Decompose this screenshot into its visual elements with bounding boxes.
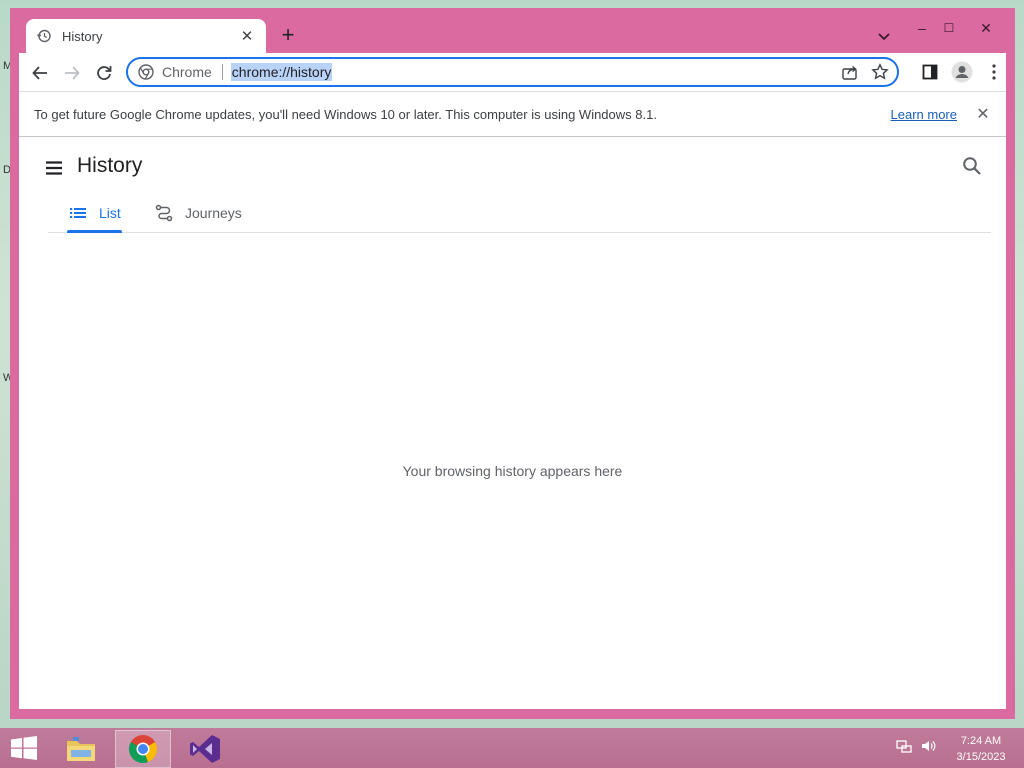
back-button[interactable] xyxy=(27,60,53,86)
browser-toolbar: Chrome chrome://history xyxy=(19,53,1006,91)
hamburger-menu-icon[interactable] xyxy=(43,157,65,179)
infobar-close-icon[interactable]: ✕ xyxy=(975,104,991,124)
tab-search-chevron-icon[interactable] xyxy=(874,26,894,46)
browser-tab-history[interactable]: History ✕ xyxy=(26,19,266,53)
learn-more-link[interactable]: Learn more xyxy=(891,107,957,122)
file-explorer-icon xyxy=(67,737,95,761)
omnibox-actions xyxy=(841,63,889,81)
tab-label: Journeys xyxy=(185,205,242,221)
journeys-icon xyxy=(155,204,173,222)
taskbar-file-explorer[interactable] xyxy=(53,730,109,768)
system-tray xyxy=(896,738,936,754)
arrow-left-icon xyxy=(32,66,47,80)
chrome-logo-icon xyxy=(138,64,154,80)
minimize-button[interactable]: – xyxy=(908,18,936,38)
clock-time: 7:24 AM xyxy=(960,735,1002,747)
reload-button[interactable] xyxy=(91,60,117,86)
avatar-icon xyxy=(951,61,973,83)
close-tab-icon[interactable]: ✕ xyxy=(238,27,256,45)
taskbar-chrome[interactable] xyxy=(115,730,171,768)
side-panel-button[interactable] xyxy=(918,60,942,84)
chrome-menu-button[interactable] xyxy=(982,60,1006,84)
infobar-message: To get future Google Chrome updates, you… xyxy=(34,106,657,122)
search-icon[interactable] xyxy=(961,155,983,177)
history-clock-icon xyxy=(37,29,51,43)
taskbar-visual-studio[interactable] xyxy=(177,730,233,768)
active-tab-indicator xyxy=(67,230,122,233)
windows-start-icon[interactable] xyxy=(10,736,38,760)
taskbar-clock[interactable]: 7:24 AM 3/15/2023 xyxy=(945,733,1017,765)
tab-label: List xyxy=(99,205,121,221)
profile-button[interactable] xyxy=(950,60,974,84)
clock-date: 3/15/2023 xyxy=(956,751,1006,763)
url-text[interactable]: chrome://history xyxy=(230,63,333,81)
taskbar: 7:24 AM 3/15/2023 xyxy=(0,728,1024,768)
browser-window: – ☐ ✕ History ✕ + Chrome chrome://histor… xyxy=(10,8,1015,719)
close-window-button[interactable]: ✕ xyxy=(972,18,1000,38)
side-panel-icon xyxy=(922,64,938,80)
reload-icon xyxy=(97,66,112,80)
kebab-menu-icon xyxy=(992,64,996,80)
maximize-button[interactable]: ☐ xyxy=(935,18,963,38)
browser-content-area: Chrome chrome://history To get future Go… xyxy=(19,53,1006,709)
history-page: History List Journeys Your browsing hist… xyxy=(19,137,1006,709)
share-icon[interactable] xyxy=(841,63,859,81)
tab-journeys[interactable]: Journeys xyxy=(155,193,242,233)
bookmark-star-icon[interactable] xyxy=(871,63,889,81)
chrome-icon xyxy=(129,735,157,764)
page-title: History xyxy=(77,154,143,177)
empty-history-message: Your browsing history appears here xyxy=(402,463,623,479)
volume-icon[interactable] xyxy=(920,738,936,754)
tab-list[interactable]: List xyxy=(69,193,121,233)
tab-title: History xyxy=(62,28,103,44)
address-bar[interactable]: Chrome chrome://history xyxy=(126,57,899,87)
site-chip: Chrome xyxy=(162,64,223,80)
update-infobar: To get future Google Chrome updates, you… xyxy=(19,91,1006,137)
new-tab-button[interactable]: + xyxy=(276,24,300,48)
arrow-right-icon xyxy=(65,66,80,80)
network-icon[interactable] xyxy=(896,738,912,754)
forward-button[interactable] xyxy=(59,60,85,86)
visual-studio-icon xyxy=(190,735,220,763)
history-tabs: List Journeys xyxy=(48,193,991,233)
list-icon xyxy=(70,208,86,218)
